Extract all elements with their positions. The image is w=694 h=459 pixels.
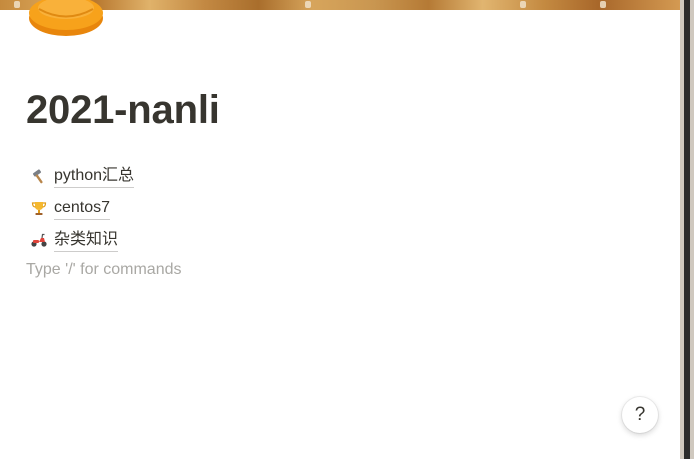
cover-detail bbox=[600, 1, 606, 8]
page-link-misc-knowledge[interactable]: 杂类知识 bbox=[26, 224, 626, 256]
cover-detail bbox=[14, 1, 20, 8]
page-title[interactable]: 2021-nanli bbox=[26, 86, 220, 134]
scooter-icon bbox=[28, 229, 50, 251]
orange-disc-icon bbox=[29, 0, 103, 36]
page-link-python[interactable]: python汇总 bbox=[26, 160, 626, 192]
page-link-label[interactable]: 杂类知识 bbox=[54, 229, 119, 252]
page-link-centos7[interactable]: centos7 bbox=[26, 192, 626, 224]
cover-detail bbox=[305, 1, 311, 8]
notion-page: 2021-nanli python汇总 centos7 杂类知识 Type '/… bbox=[0, 0, 694, 459]
page-link-label[interactable]: python汇总 bbox=[54, 165, 135, 188]
cover-detail bbox=[520, 1, 526, 8]
help-button[interactable]: ? bbox=[622, 397, 658, 433]
hammer-icon bbox=[28, 165, 50, 187]
scrollbar-thumb[interactable] bbox=[684, 0, 690, 459]
page-emoji-icon[interactable] bbox=[29, 0, 103, 36]
help-button-label: ? bbox=[634, 404, 646, 425]
empty-block-placeholder[interactable]: Type '/' for commands bbox=[26, 259, 182, 281]
trophy-icon bbox=[28, 197, 50, 219]
page-link-list: python汇总 centos7 杂类知识 bbox=[26, 160, 626, 256]
page-link-label[interactable]: centos7 bbox=[54, 197, 111, 220]
